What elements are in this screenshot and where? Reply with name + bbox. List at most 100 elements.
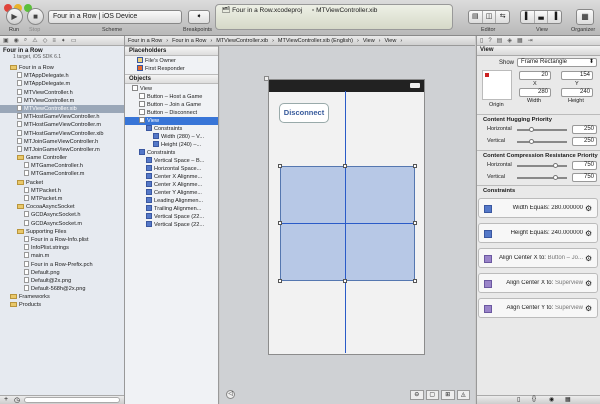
constraint-row[interactable]: Height Equals: 240.000000 ⚙ (478, 223, 598, 243)
hugging-horizontal-slider[interactable] (517, 127, 567, 132)
object-library-icon[interactable]: ◉ (549, 396, 554, 403)
organizer-button[interactable]: ▦ (576, 9, 594, 25)
outline-item[interactable]: Button – Host a Game (125, 93, 218, 101)
folder-icon[interactable]: ▣ (3, 37, 9, 44)
resize-handle[interactable] (413, 221, 417, 225)
file-item[interactable]: Four in a Row-Info.plist (0, 235, 124, 244)
assistant-editor-icon[interactable]: ◫ (483, 11, 497, 23)
jump-bar-segment[interactable]: View (363, 38, 375, 44)
search-icon[interactable]: ⌕ (24, 37, 27, 44)
outline-item[interactable]: Center Y Alignme... (125, 189, 218, 197)
gear-icon[interactable]: ⚙ (585, 254, 592, 263)
scheme-selector[interactable]: Four in a Row | iOS Device (48, 10, 182, 24)
gear-icon[interactable]: ⚙ (585, 279, 592, 288)
view-control[interactable]: ▌ ▃ ▐ (520, 10, 562, 24)
resolve-icon[interactable]: ◬ (456, 390, 470, 400)
compression-vertical-field[interactable]: 750 (572, 173, 597, 182)
placeholder-item[interactable]: File's Owner (125, 57, 218, 65)
group-item[interactable]: Packet (0, 179, 124, 187)
file-item[interactable]: GCDAsyncSocket.m (0, 219, 124, 228)
group-item[interactable]: Frameworks (0, 293, 124, 301)
outline-item[interactable]: Constraints (125, 149, 218, 157)
attributes-inspector-icon[interactable]: ◈ (507, 37, 512, 44)
width-field[interactable]: 280 (519, 88, 551, 97)
stop-button[interactable]: ■ (27, 8, 44, 25)
file-item[interactable]: MTHostGameViewController.xib (0, 129, 124, 138)
jump-bar-segment[interactable]: Four in a Row (172, 38, 206, 44)
group-item[interactable]: Game Controller (0, 154, 124, 162)
file-item[interactable]: MTAppDelegate.m (0, 80, 124, 88)
hugging-vertical-slider[interactable] (517, 139, 567, 144)
file-item[interactable]: MTGameController.m (0, 170, 124, 178)
media-library-icon[interactable]: ▦ (565, 396, 571, 403)
resize-handle[interactable] (343, 164, 347, 168)
resize-handle[interactable] (343, 279, 347, 283)
outline-item[interactable]: Leading Alignmen... (125, 197, 218, 205)
identity-inspector-icon[interactable]: ▤ (497, 37, 503, 44)
file-item[interactable]: MTJoinGameViewController.h (0, 137, 124, 146)
test-icon[interactable]: ◇ (43, 37, 48, 44)
file-item[interactable]: Four in a Row-Prefix.pch (0, 260, 124, 269)
gear-icon[interactable]: ⚙ (585, 229, 592, 238)
group-item[interactable]: Products (0, 301, 124, 309)
outline-item[interactable]: Vertical Space (22... (125, 213, 218, 221)
file-item[interactable]: GCDAsyncSocket.h (0, 211, 124, 219)
origin-picker[interactable] (482, 70, 512, 100)
height-field[interactable]: 240 (561, 88, 593, 97)
editor-mode-control[interactable]: ▤ ◫ ⇆ (468, 10, 510, 24)
navigator-filter-input[interactable] (24, 397, 120, 403)
help-inspector-icon[interactable]: ? (488, 38, 491, 44)
file-template-icon[interactable]: ▯ (517, 396, 520, 403)
show-popup[interactable]: Frame Rectangle ⬍ (517, 58, 597, 67)
x-field[interactable]: 20 (519, 71, 551, 80)
file-item[interactable]: MTHostGameViewController.h (0, 113, 124, 121)
add-icon[interactable]: + (4, 396, 8, 403)
file-item[interactable]: Default@2x.png (0, 276, 124, 285)
gear-icon[interactable]: ⚙ (585, 304, 592, 313)
breakpoint-nav-icon[interactable]: ➧ (61, 37, 66, 44)
group-item[interactable]: CocoaAsyncSocket (0, 203, 124, 211)
file-item[interactable]: MTHostGameViewController.m (0, 121, 124, 129)
constraint-row[interactable]: Align Center Y to: Superview ⚙ (478, 298, 598, 318)
project-root[interactable]: Four in a Row 1 target, iOS SDK 6.1 (0, 46, 124, 64)
log-icon[interactable]: ▭ (71, 37, 77, 44)
outline-item[interactable]: Center X Alignme... (125, 173, 218, 181)
disconnect-button[interactable]: Disconnect (279, 103, 329, 123)
navigator-toggle-icon[interactable]: ▌ (521, 11, 535, 23)
hugging-horizontal-field[interactable]: 250 (572, 125, 597, 134)
outline-item[interactable]: Center X Alignme... (125, 181, 218, 189)
jump-bar-segment[interactable]: MTViewController.xib (216, 38, 268, 44)
connections-inspector-icon[interactable]: ⇥ (528, 37, 533, 44)
file-item[interactable]: MTViewController.m (0, 96, 124, 105)
y-field[interactable]: 154 (561, 71, 593, 80)
file-item[interactable]: MTViewController.h (0, 88, 124, 97)
outline-item[interactable]: Vertical Space – B... (125, 157, 218, 165)
window-tab-xib[interactable]: MTViewController.xib (316, 7, 377, 14)
standard-editor-icon[interactable]: ▤ (469, 11, 483, 23)
constraint-row[interactable]: Align Center X to: Superview ⚙ (478, 273, 598, 293)
compression-vertical-slider[interactable] (517, 175, 567, 180)
group-item[interactable]: Four in a Row (0, 64, 124, 72)
run-button[interactable]: ▶ (6, 8, 23, 25)
outline-item[interactable]: Width (280) – V... (125, 133, 218, 141)
clock-icon[interactable]: ◷ (14, 396, 20, 404)
window-tab-project[interactable]: Four in a Row.xcodeproj (232, 7, 302, 14)
outline-toggle-icon[interactable]: ◁ (226, 390, 235, 399)
code-snippet-icon[interactable]: {} (532, 396, 536, 402)
jump-bar-segment[interactable]: View (385, 38, 397, 44)
resize-handle[interactable] (413, 164, 417, 168)
hugging-vertical-field[interactable]: 250 (572, 137, 597, 146)
compression-horizontal-field[interactable]: 750 (572, 161, 597, 170)
file-item[interactable]: main.m (0, 252, 124, 260)
file-item[interactable]: MTAppDelegate.h (0, 72, 124, 80)
warning-icon[interactable]: ⚠ (32, 37, 37, 44)
file-item[interactable]: MTJoinGameViewController.m (0, 145, 124, 154)
outline-item[interactable]: Horizontal Space... (125, 165, 218, 173)
symbol-icon[interactable]: ◉ (14, 37, 19, 44)
file-item[interactable]: InfoPlist.strings (0, 244, 124, 252)
file-item[interactable]: MTPacket.m (0, 195, 124, 203)
outline-item[interactable]: Constraints (125, 125, 218, 133)
utilities-toggle-icon[interactable]: ▐ (548, 11, 561, 23)
resize-handle[interactable] (278, 279, 282, 283)
outline-item[interactable]: Trailing Alignmen... (125, 205, 218, 213)
